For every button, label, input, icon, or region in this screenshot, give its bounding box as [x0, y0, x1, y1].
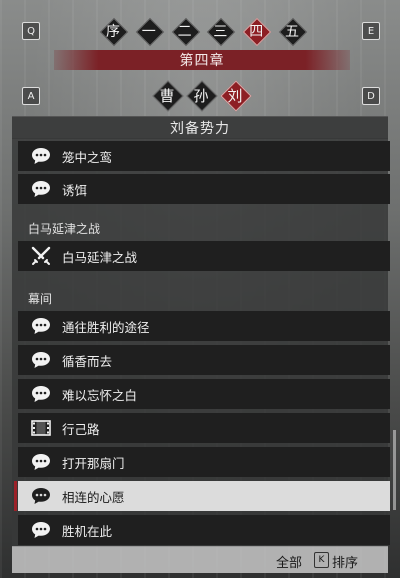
- speech-bubble-icon: [30, 178, 52, 200]
- chapter-tab-prologue[interactable]: 序: [100, 18, 126, 44]
- film-strip-icon: [30, 417, 52, 439]
- chapter-tab-1[interactable]: 一: [136, 18, 162, 44]
- list-item-label: 循香而去: [62, 353, 113, 369]
- speech-bubble-icon: [30, 519, 52, 541]
- sort-button[interactable]: 排序: [332, 552, 358, 571]
- list-item[interactable]: 难以忘怀之白: [18, 379, 390, 409]
- faction-tab-sun[interactable]: 孙: [186, 80, 216, 110]
- section-label-interlude: 幕间: [28, 292, 53, 306]
- list-item-selected[interactable]: 相连的心愿: [14, 481, 390, 511]
- panel-title: 刘备势力: [12, 116, 388, 139]
- filter-all-button[interactable]: 全部: [276, 552, 302, 571]
- key-hint-q[interactable]: Q: [22, 22, 40, 40]
- speech-bubble-icon: [30, 349, 52, 371]
- list-item[interactable]: 白马延津之战: [18, 241, 390, 271]
- list-item-label: 诱饵: [62, 182, 88, 198]
- speech-bubble-icon: [30, 315, 52, 337]
- list-item-label: 行己路: [62, 421, 100, 437]
- chapter-tab-3[interactable]: 三: [207, 18, 233, 44]
- faction-selector: 曹 孙 刘: [152, 80, 250, 110]
- list-item-label: 白马延津之战: [62, 249, 138, 265]
- chapter-selector: 序 一 二 三 四 五: [100, 16, 305, 46]
- bottom-bar: 全部 K 排序: [12, 546, 388, 573]
- chapter-tab-label: 五: [284, 24, 299, 40]
- list-item-label: 笼中之鸾: [62, 149, 113, 165]
- list-item[interactable]: 循香而去: [18, 345, 390, 375]
- list-item[interactable]: 胜机在此: [18, 515, 390, 545]
- list-item-label: 打开那扇门: [62, 455, 125, 471]
- faction-tab-liu[interactable]: 刘: [220, 80, 250, 110]
- list-item-label: 胜机在此: [62, 523, 113, 539]
- chapter-tab-5[interactable]: 五: [279, 18, 305, 44]
- chapter-title: 第四章: [54, 50, 350, 70]
- list-item-label: 相连的心愿: [62, 489, 125, 505]
- list-item[interactable]: 通往胜利的途径: [18, 311, 390, 341]
- list-item-label: 难以忘怀之白: [62, 387, 138, 403]
- list-item[interactable]: 打开那扇门: [18, 447, 390, 477]
- key-hint-a[interactable]: A: [22, 87, 40, 105]
- faction-tab-label: 孙: [193, 86, 209, 105]
- chapter-tab-label: 序: [106, 24, 120, 40]
- chapter-tab-label: 四: [249, 24, 264, 40]
- speech-bubble-icon: [30, 145, 52, 167]
- key-hint-e[interactable]: E: [362, 22, 380, 40]
- chapter-tab-label: 三: [213, 24, 228, 40]
- story-list-panel: 笼中之鸾 诱饵 白马延津之战 白马延津之战 幕间 通往胜利的途径 循香而去 难以…: [12, 138, 390, 546]
- crossed-swords-icon: [30, 245, 52, 267]
- list-item-label: 通往胜利的途径: [62, 319, 150, 335]
- faction-tab-cao[interactable]: 曹: [152, 80, 182, 110]
- section-label-battle: 白马延津之战: [28, 222, 101, 236]
- chapter-tab-label: 一: [141, 24, 156, 40]
- chapter-tab-2[interactable]: 二: [172, 18, 198, 44]
- faction-tab-label: 刘: [227, 86, 243, 105]
- list-item[interactable]: 行己路: [18, 413, 390, 443]
- faction-tab-label: 曹: [159, 86, 175, 105]
- chapter-tab-label: 二: [177, 24, 192, 40]
- chapter-tab-4[interactable]: 四: [243, 18, 269, 44]
- key-hint-d[interactable]: D: [362, 87, 380, 105]
- list-item[interactable]: 笼中之鸾: [18, 141, 390, 171]
- speech-bubble-icon: [30, 451, 52, 473]
- list-item[interactable]: 诱饵: [18, 174, 390, 204]
- speech-bubble-icon: [30, 383, 52, 405]
- speech-bubble-icon: [30, 485, 52, 507]
- list-scrollbar[interactable]: [393, 430, 396, 510]
- key-hint-k[interactable]: K: [314, 552, 329, 568]
